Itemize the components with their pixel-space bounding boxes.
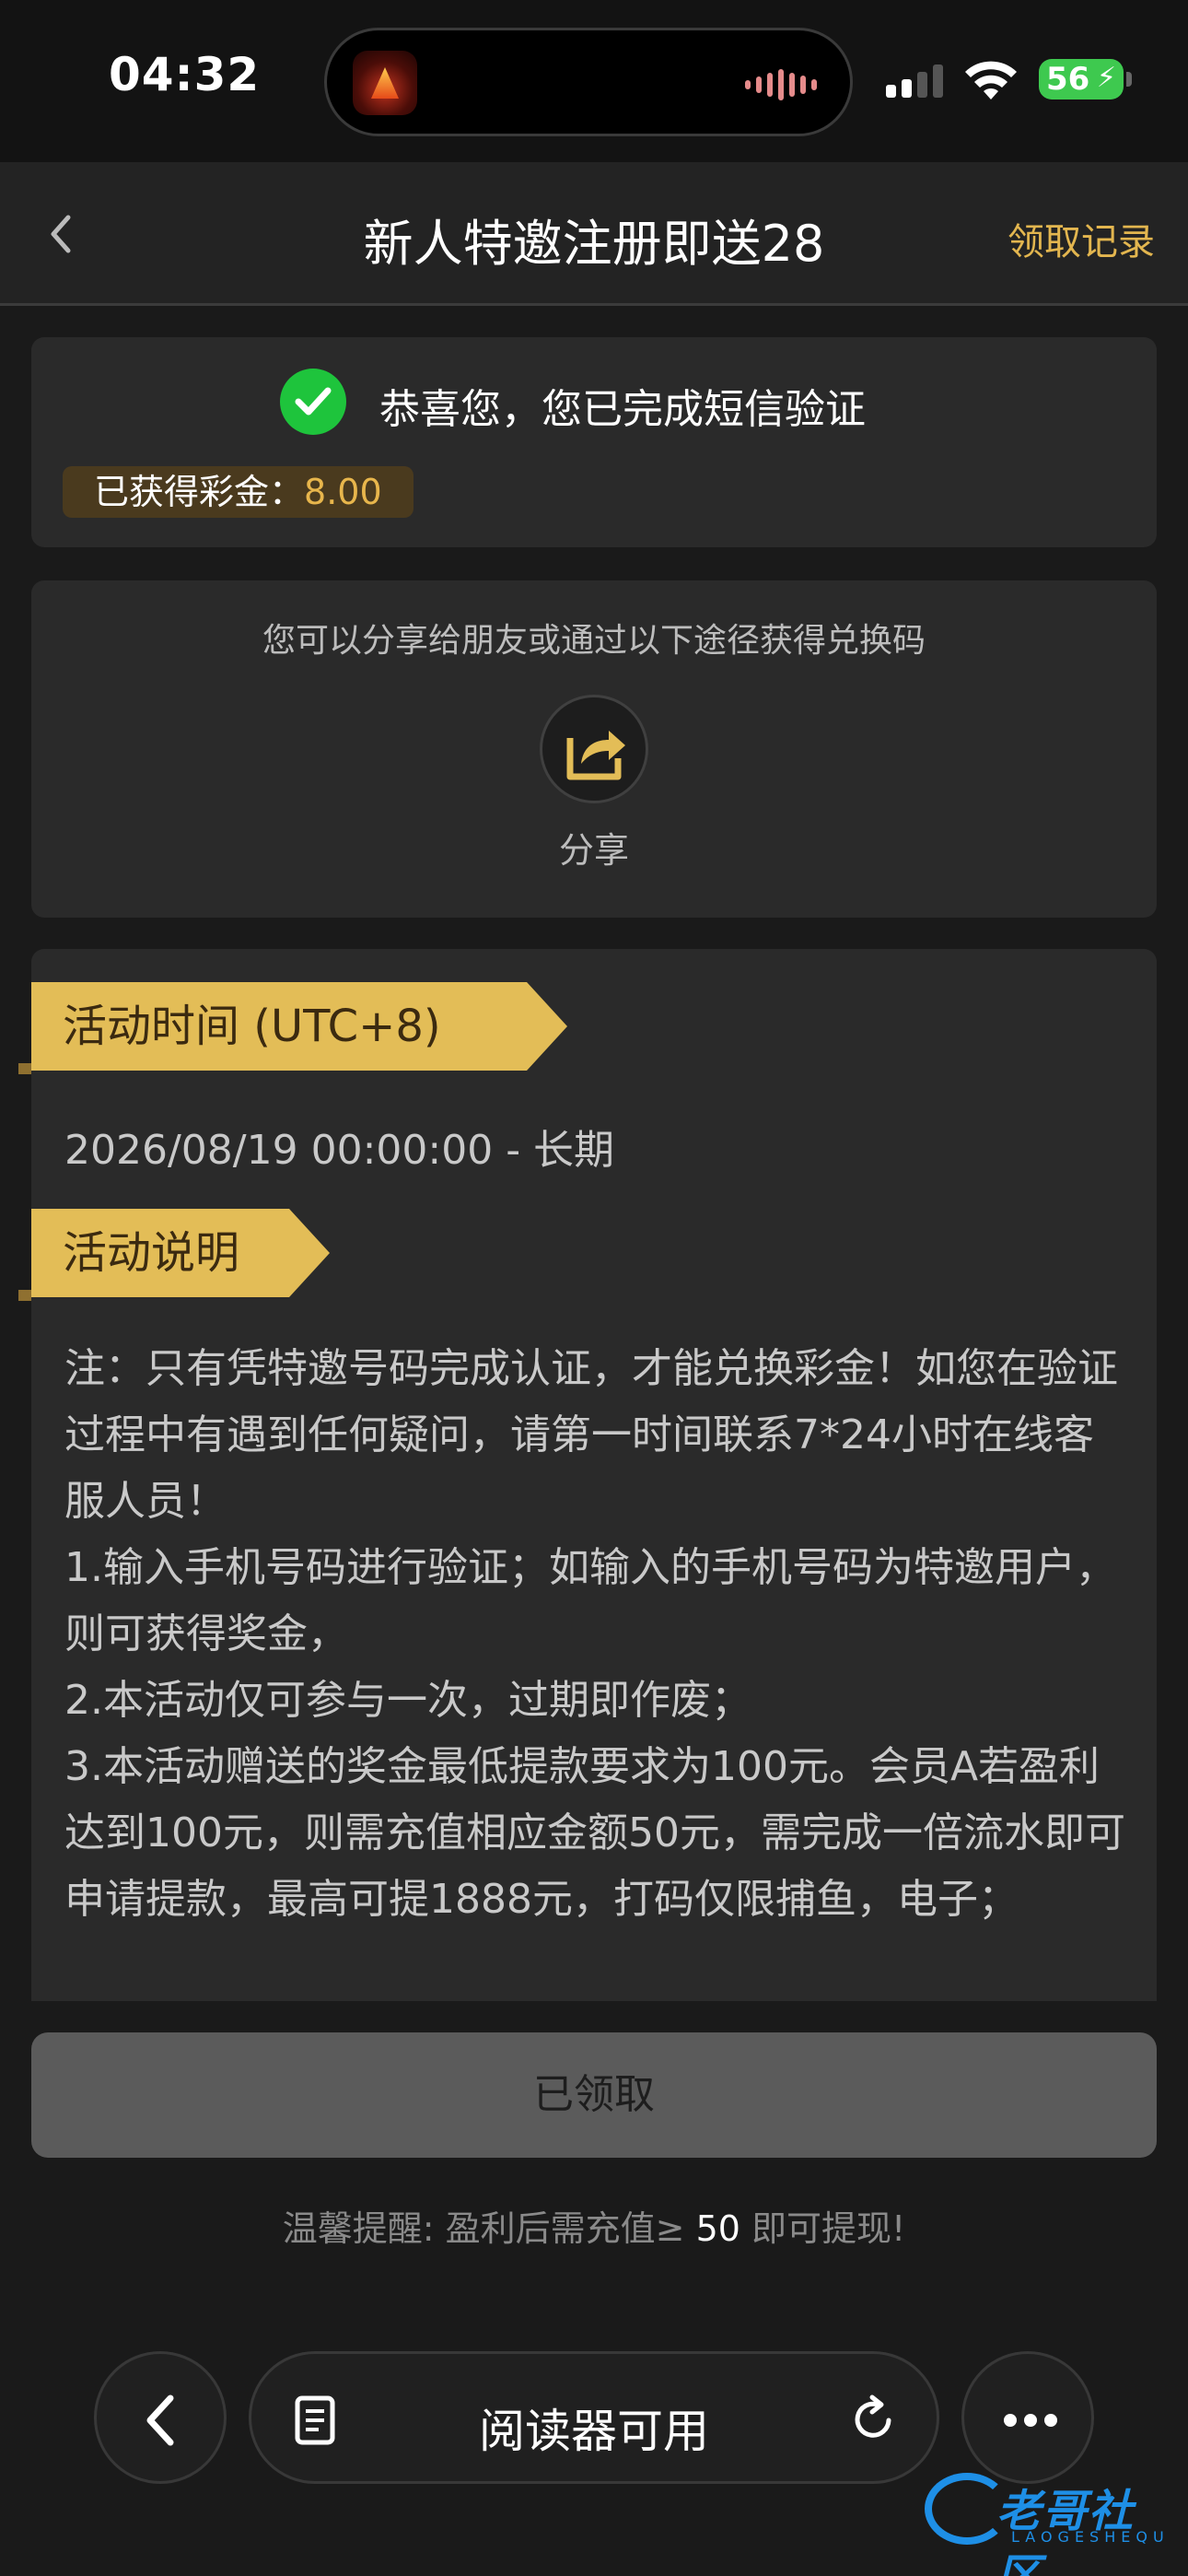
more-options-button[interactable]	[961, 2351, 1094, 2484]
share-hint: 您可以分享给朋友或通过以下途径获得兑换码	[262, 622, 926, 660]
activity-period: 2026/08/19 00:00:00 - 长期	[64, 1127, 615, 1174]
share-button[interactable]	[540, 695, 648, 803]
activity-card: 活动时间 (UTC+8) 2026/08/19 00:00:00 - 长期 活动…	[31, 949, 1157, 2018]
tip-prefix: 温馨提醒: 盈利后需充值≥	[282, 2208, 696, 2249]
ribbon-fold	[18, 1063, 31, 1074]
ribbon-fold	[18, 1290, 31, 1301]
battery-icon: 56 ⚡	[1039, 59, 1132, 100]
claim-record-link[interactable]: 领取记录	[1007, 212, 1155, 265]
verification-message: 恭喜您，您已完成短信验证	[379, 386, 866, 433]
tip-amount: 50	[695, 2208, 740, 2249]
claimed-button[interactable]: 已领取	[31, 2032, 1157, 2158]
bonus-badge: 已获得彩金：8.00	[63, 466, 413, 518]
tip-suffix: 即可提现!	[740, 2208, 906, 2249]
charging-bolt-icon: ⚡	[1096, 62, 1116, 94]
reload-icon[interactable]	[846, 2393, 900, 2446]
share-card: 您可以分享给朋友或通过以下途径获得兑换码 分享	[31, 580, 1157, 918]
wifi-icon	[965, 61, 1017, 100]
watermark-subtext: LAOGESHEQU	[1011, 2528, 1170, 2546]
share-label: 分享	[558, 830, 629, 871]
description-paragraph: 注：只有凭特邀号码完成认证，才能兑换彩金！如您在验证过程中有遇到任何疑问，请第一…	[64, 1345, 1118, 1525]
bonus-amount: 8.00	[304, 472, 382, 512]
description-paragraph: 2.本活动仅可参与一次，过期即作废；	[64, 1677, 751, 1724]
activity-description: 注：只有凭特邀号码完成认证，才能兑换彩金！如您在验证过程中有遇到任何疑问，请第一…	[64, 1336, 1133, 1933]
audio-wave-icon	[745, 69, 817, 100]
status-bar: 04:32 56 ⚡	[0, 0, 1188, 162]
verification-card: 恭喜您，您已完成短信验证 已获得彩金：8.00	[31, 337, 1157, 547]
withdraw-tip: 温馨提醒: 盈利后需充值≥ 50 即可提现!	[0, 2200, 1188, 2251]
bonus-label: 已获得彩金：	[94, 472, 305, 512]
description-paragraph: 3.本活动赠送的奖金最低提款要求为100元。会员A若盈利达到100元，则需充值相…	[64, 1743, 1125, 1923]
chevron-left-icon	[146, 2395, 174, 2446]
activity-description-heading: 活动说明	[31, 1209, 330, 1297]
nav-bar: 新人特邀注册即送28 领取记录	[0, 162, 1188, 306]
status-time: 04:32	[109, 48, 261, 101]
reader-available-label: 阅读器可用	[479, 2405, 709, 2458]
check-icon	[280, 369, 346, 435]
dynamic-island[interactable]	[324, 28, 853, 136]
app-icon	[353, 51, 417, 115]
cellular-signal-icon	[886, 64, 943, 98]
browser-back-button[interactable]	[94, 2351, 227, 2484]
share-icon	[566, 731, 625, 780]
watermark-text: 老哥社区	[996, 2486, 1136, 2576]
description-paragraph: 1.输入手机号码进行验证；如输入的手机号码为特邀用户，则可获得奖金，	[64, 1544, 1116, 1657]
battery-level: 56	[1046, 61, 1090, 98]
activity-time-heading: 活动时间 (UTC+8)	[31, 982, 567, 1071]
watermark-logo: 老哥社区 LAOGESHEQU	[921, 2467, 1179, 2576]
reader-address-bar[interactable]: 阅读器可用	[249, 2351, 939, 2484]
